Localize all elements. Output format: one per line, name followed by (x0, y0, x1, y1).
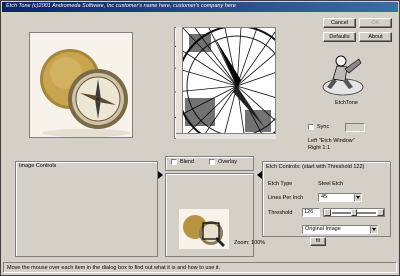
cancel-button[interactable]: Cancel (323, 18, 356, 28)
chevron-down-icon (354, 194, 361, 201)
preview-horizontal-scrollbar[interactable] (176, 133, 276, 139)
chevron-down-icon (370, 226, 377, 233)
zoom-fit-button[interactable]: fit (310, 237, 326, 246)
preview-hint-right: Right 1:1 (308, 145, 331, 151)
status-bar: Move the mouse over each item in the dia… (3, 262, 397, 273)
threshold-slider[interactable] (323, 208, 385, 217)
sync-label: Sync (317, 124, 330, 130)
threshold-input[interactable]: 126 (302, 208, 320, 217)
source-image-select[interactable]: Original Image (302, 225, 378, 234)
etchtone-logo (322, 55, 364, 96)
compass-photo-icon (30, 33, 132, 137)
etched-preview-pane[interactable] (174, 27, 276, 139)
blend-label: Blend (180, 159, 195, 165)
etched-compass-icon (175, 28, 275, 138)
sync-checkbox[interactable] (308, 124, 314, 130)
status-text: Move the mouse over each item in the dia… (7, 265, 221, 271)
about-button[interactable]: About (359, 32, 392, 42)
slider-left-button[interactable] (324, 209, 331, 216)
threshold-value: 126 (304, 209, 314, 215)
expand-right-arrow-icon[interactable] (158, 171, 163, 179)
etch-controls-title: Etch Controls: (start with Threshold 122… (266, 164, 365, 170)
blend-checkbox[interactable] (171, 159, 177, 165)
navigator-thumbnail[interactable] (179, 209, 229, 249)
overlay-checkbox[interactable] (209, 159, 215, 165)
preview-vertical-scrollbar[interactable] (176, 27, 183, 135)
overlay-label: Overlay (218, 159, 237, 165)
window-title: Etch Tone (c)2001 Andromeda Software, In… (6, 3, 236, 9)
image-controls-title: Image Controls (19, 163, 57, 169)
source-image-value: Original Image (305, 226, 341, 232)
preview-hint-left: Left "Etch Window" (308, 138, 355, 144)
defaults-button[interactable]: Defaults (323, 32, 356, 42)
logo-caption: EtchTone (335, 100, 358, 106)
original-preview-image[interactable] (29, 32, 133, 138)
slider-thumb[interactable] (350, 209, 357, 216)
threshold-label: Threshold (268, 210, 293, 216)
slider-right-button[interactable] (377, 209, 384, 216)
etchtone-dialog: Etch Tone (c)2001 Andromeda Software, In… (0, 0, 400, 276)
sync-field[interactable] (345, 123, 365, 132)
etch-type-label: Etch Type (268, 181, 293, 187)
lines-per-inch-label: Lines Per Inch (268, 195, 304, 201)
etch-type-value: Steel Etch (318, 181, 344, 187)
ok-button[interactable]: OK (359, 18, 392, 28)
title-bar: Etch Tone (c)2001 Andromeda Software, In… (2, 2, 398, 12)
image-controls-panel (15, 161, 158, 257)
lines-per-inch-select[interactable]: 45 (318, 193, 362, 202)
lines-per-inch-value: 45 (321, 194, 328, 200)
zoom-label: Zoom: 100% (234, 240, 266, 246)
